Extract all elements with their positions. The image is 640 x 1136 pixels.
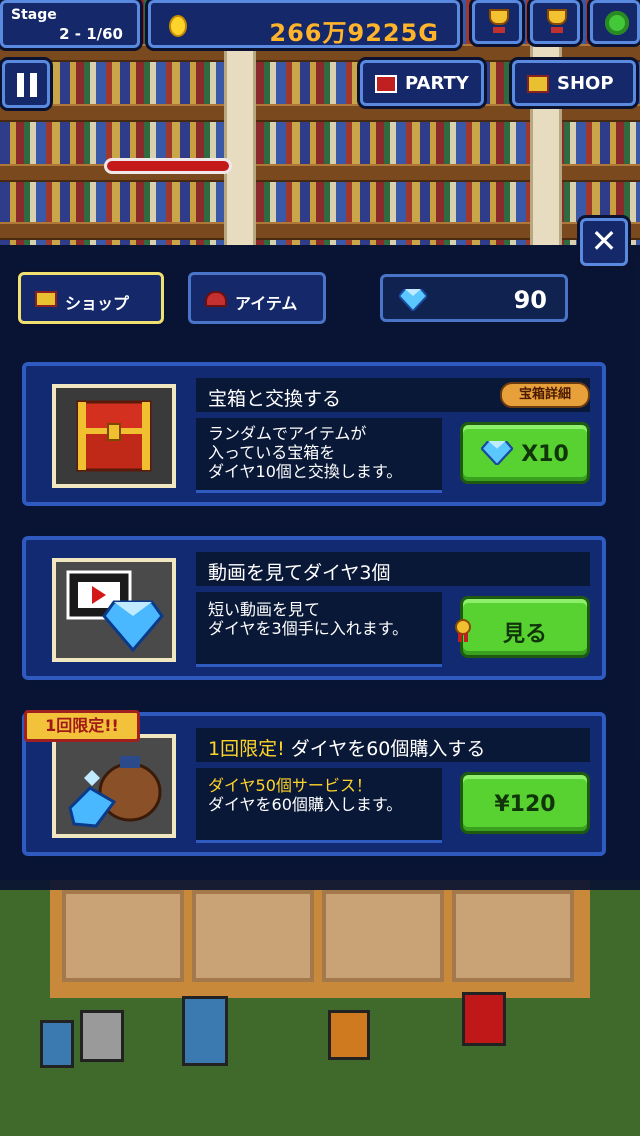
card-description-box: ランダムでアイテムが 入っている宝箱を ダイヤ10個と交換します。 xyxy=(196,418,442,493)
card-title: 宝箱と交換する xyxy=(208,388,342,410)
tab-shop[interactable]: ショップ xyxy=(18,272,164,324)
book-stack xyxy=(40,1020,74,1068)
limited-badge: 1回限定!! xyxy=(24,710,140,742)
desc-line: 短い動画を見て xyxy=(208,600,321,619)
book-stack xyxy=(182,996,228,1066)
floor-tile xyxy=(192,890,314,982)
title-highlight: 1回限定! xyxy=(208,738,285,760)
trophy-quest-icon xyxy=(487,9,511,35)
diamond-bag-icon xyxy=(68,756,162,828)
item-bag-icon xyxy=(205,291,227,307)
watch-video-button[interactable]: 見る xyxy=(455,596,590,658)
card-description: ダイヤ50個サービス！ ダイヤを60個購入します。 xyxy=(208,776,402,814)
gold-value: 266万9225G xyxy=(269,19,439,47)
desc-line: ダイヤを3個手に入れます。 xyxy=(208,619,409,638)
treasure-chest-icon xyxy=(76,400,152,472)
gold-counter: 266万9225G xyxy=(148,0,460,48)
exchange-price: X10 xyxy=(521,442,569,467)
book-stack xyxy=(80,1010,124,1062)
trophy-icon xyxy=(545,9,569,35)
achievement-button[interactable] xyxy=(530,0,580,44)
desc-line: 入っている宝箱を xyxy=(208,443,336,462)
tab-items-label: アイテム xyxy=(235,294,298,313)
floor-tile xyxy=(452,890,574,982)
exchange-chest-button[interactable]: X10 xyxy=(460,422,590,484)
watch-label: 見る xyxy=(502,622,547,647)
card-description-box: ダイヤ50個サービス！ ダイヤを60個購入します。 xyxy=(196,768,442,843)
diamond-bag-image xyxy=(52,734,176,838)
chest-icon xyxy=(35,291,57,307)
tab-items[interactable]: アイテム xyxy=(188,272,326,324)
party-icon xyxy=(375,75,397,93)
coin-icon xyxy=(169,15,187,37)
desc-line: ダイヤを60個購入します。 xyxy=(208,795,403,814)
video-diamond-image xyxy=(52,558,176,662)
quest-trophy-button[interactable] xyxy=(472,0,522,44)
tab-shop-label: ショップ xyxy=(65,294,130,313)
card-title-bar: 1回限定! ダイヤを60個購入する xyxy=(196,728,590,762)
chest-detail-button[interactable]: 宝箱詳細 xyxy=(500,382,590,408)
shop-button[interactable]: SHOP xyxy=(512,60,636,106)
book-stack xyxy=(328,1010,370,1060)
stage-indicator: Stage 2 - 1/60 xyxy=(0,0,140,48)
card-description: 短い動画を見て ダイヤを3個手に入れます。 xyxy=(208,600,408,638)
gem-count: 90 xyxy=(513,286,547,314)
card-title-bar: 動画を見てダイヤ3個 xyxy=(196,552,590,586)
diamond-icon xyxy=(399,289,427,311)
settings-button[interactable] xyxy=(590,0,640,44)
treasure-chest-image xyxy=(52,384,176,488)
card-description-box: 短い動画を見て ダイヤを3個手に入れます。 xyxy=(196,592,442,667)
pause-icon-bar xyxy=(30,73,37,97)
enemy-hp-bar xyxy=(104,158,232,174)
gear-icon xyxy=(605,11,629,35)
book-stack xyxy=(462,992,506,1046)
party-button[interactable]: PARTY xyxy=(360,60,484,106)
card-title: 1回限定! ダイヤを60個購入する xyxy=(208,734,485,761)
pause-icon xyxy=(17,73,24,97)
close-icon: ✕ xyxy=(590,222,618,260)
desc-line: ランダムでアイテムが xyxy=(208,424,367,443)
card-title: 動画を見てダイヤ3個 xyxy=(208,562,391,584)
purchase-button[interactable]: ¥120 xyxy=(460,772,590,834)
stage-value: 2 - 1/60 xyxy=(59,25,123,43)
shop-card-video: 動画を見てダイヤ3個 短い動画を見て ダイヤを3個手に入れます。 見る xyxy=(22,536,606,680)
card-description: ランダムでアイテムが 入っている宝箱を ダイヤ10個と交換します。 xyxy=(208,424,402,481)
close-button[interactable]: ✕ xyxy=(580,218,628,266)
desc-line: ダイヤ10個と交換します。 xyxy=(208,462,403,481)
video-icon xyxy=(66,570,164,653)
stage-label: Stage xyxy=(11,7,57,23)
shop-card-chest: 宝箱と交換する 宝箱詳細 ランダムでアイテムが 入っている宝箱を ダイヤ10個と… xyxy=(22,362,606,506)
desc-highlight: ダイヤ50個サービス！ xyxy=(208,776,372,795)
party-label: PARTY xyxy=(405,73,469,94)
purchase-price: ¥120 xyxy=(494,792,556,817)
floor-tile xyxy=(322,890,444,982)
floor-tile xyxy=(62,890,184,982)
chest-icon xyxy=(527,75,549,93)
gem-counter: 90 xyxy=(380,274,568,322)
pause-button[interactable] xyxy=(2,60,50,108)
title-text: ダイヤを60個購入する xyxy=(290,738,486,760)
shop-label: SHOP xyxy=(557,73,614,94)
